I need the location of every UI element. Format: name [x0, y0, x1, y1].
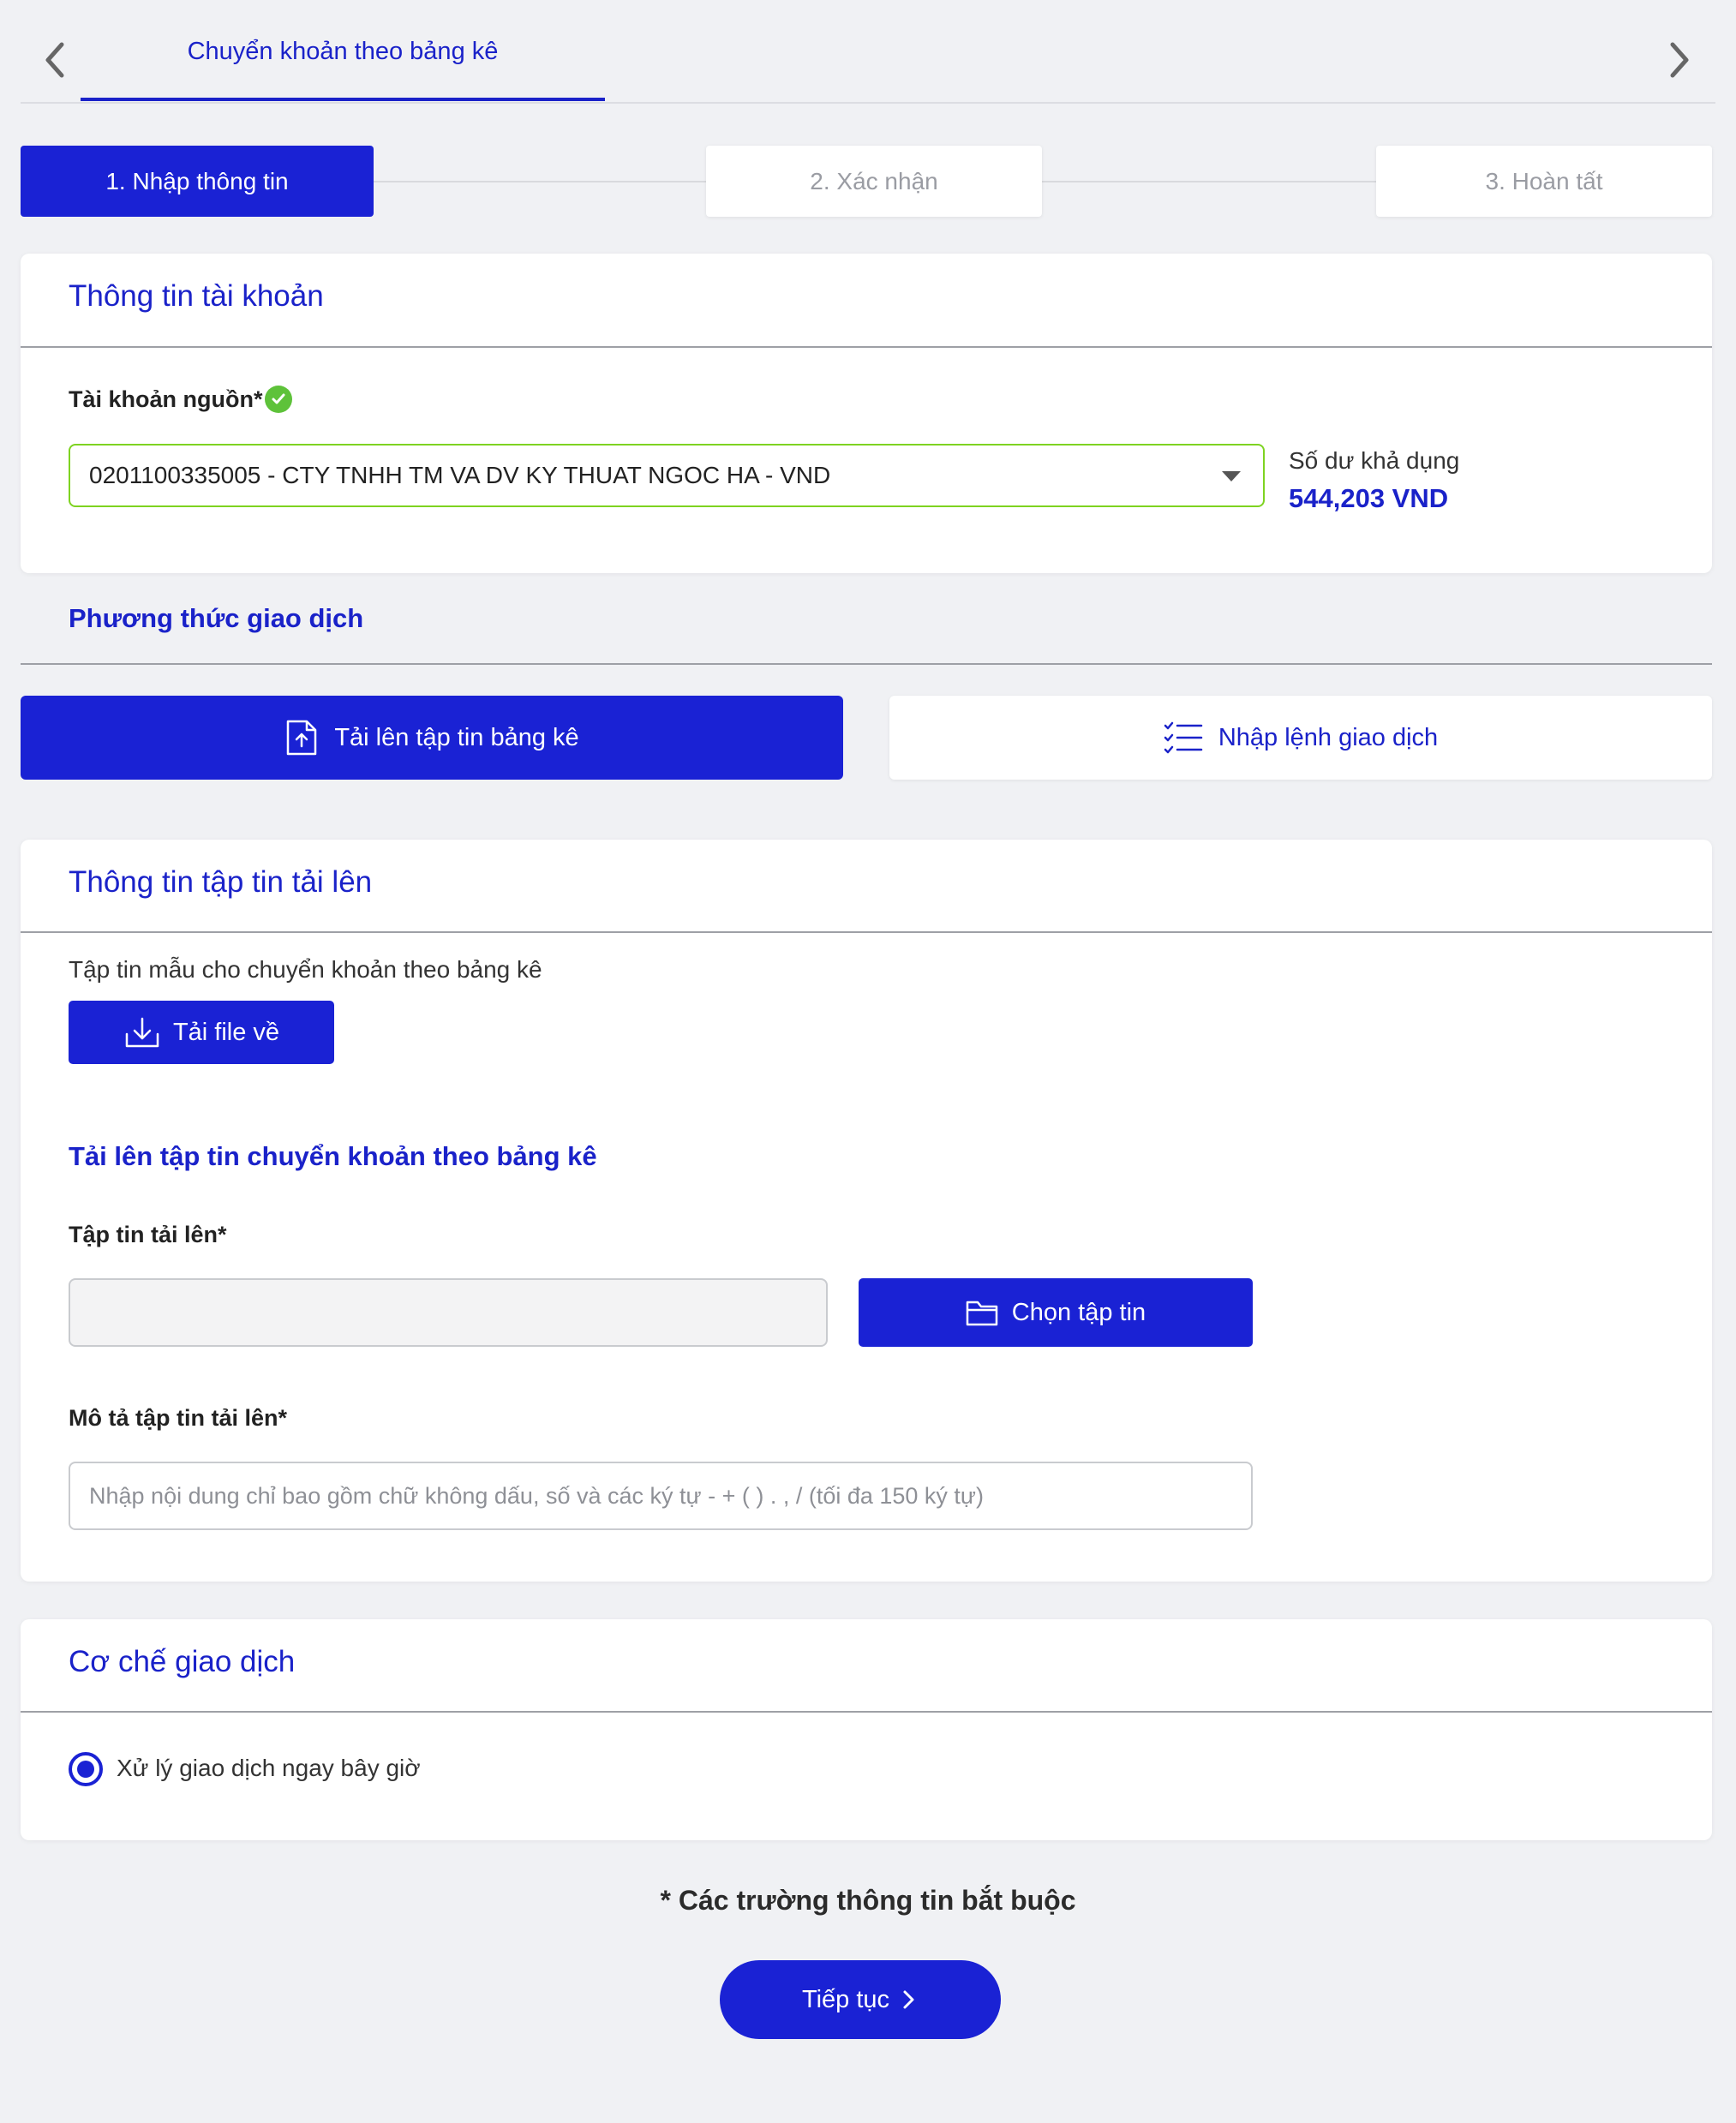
upload-list-button[interactable]: Tải lên tập tin bảng kê	[21, 696, 843, 780]
upload-info-title: Thông tin tập tin tải lên	[69, 865, 373, 899]
choose-file-label: Chọn tập tin	[1011, 1298, 1146, 1326]
card-divider	[21, 1711, 1712, 1713]
process-now-radio[interactable]	[69, 1752, 103, 1786]
source-account-value: 0201100335005 - CTY TNHH TM VA DV KY THU…	[89, 462, 831, 488]
download-icon	[125, 1017, 159, 1048]
balance-label: Số dư khả dụng	[1289, 447, 1460, 474]
file-upload-icon	[287, 720, 317, 756]
folder-icon	[966, 1301, 998, 1326]
download-label: Tải file về	[172, 1018, 280, 1046]
source-account-label: Tài khoản nguồn*	[69, 386, 263, 412]
method-title: Phương thức giao dịch	[69, 603, 364, 633]
continue-label: Tiếp tục	[801, 1985, 890, 2013]
radio-selected-dot	[77, 1761, 94, 1778]
template-text: Tập tin mẫu cho chuyển khoản theo bảng k…	[69, 956, 542, 983]
upload-list-label: Tải lên tập tin bảng kê	[334, 723, 579, 751]
step-input-info: 1. Nhập thông tin	[21, 146, 374, 217]
file-path-field[interactable]	[69, 1278, 828, 1347]
continue-button[interactable]: Tiếp tục	[720, 1960, 1001, 2039]
file-label: Tập tin tải lên*	[69, 1222, 227, 1247]
download-template-button[interactable]: Tải file về	[69, 1001, 334, 1064]
manual-entry-label: Nhập lệnh giao dịch	[1218, 723, 1439, 751]
account-info-title: Thông tin tài khoản	[69, 279, 324, 313]
top-divider	[21, 102, 1715, 104]
manual-entry-button[interactable]: Nhập lệnh giao dịch	[889, 696, 1712, 780]
chevron-right-icon[interactable]	[1662, 39, 1697, 81]
step-confirm: 2. Xác nhận	[706, 146, 1042, 217]
method-divider	[21, 663, 1712, 665]
top-tab-bar: Chuyển khoản theo bảng kê	[0, 0, 1736, 104]
source-account-select[interactable]: 0201100335005 - CTY TNHH TM VA DV KY THU…	[69, 444, 1265, 507]
description-input[interactable]: Nhập nội dung chỉ bao gồm chữ không dấu,…	[69, 1462, 1253, 1530]
choose-file-button[interactable]: Chọn tập tin	[859, 1278, 1253, 1347]
mechanism-title: Cơ chế giao dịch	[69, 1645, 296, 1678]
process-now-label[interactable]: Xử lý giao dịch ngay bây giờ	[117, 1755, 421, 1782]
card-divider	[21, 346, 1712, 348]
step-complete: 3. Hoàn tất	[1376, 146, 1712, 217]
checklist-icon	[1164, 721, 1203, 754]
active-tab-indicator	[81, 98, 605, 101]
chevron-right-icon	[903, 1990, 914, 2009]
balance-value: 544,203 VND	[1289, 483, 1449, 513]
source-account-label-row: Tài khoản nguồn*	[69, 386, 292, 413]
description-label: Mô tả tập tin tải lên*	[69, 1405, 288, 1431]
required-fields-note: * Các trường thông tin bắt buộc	[660, 1885, 1076, 1916]
tab-transfer-by-list[interactable]: Chuyển khoản theo bảng kê	[81, 0, 605, 103]
chevron-left-icon[interactable]	[38, 39, 72, 81]
card-divider	[21, 931, 1712, 933]
caret-down-icon	[1222, 471, 1241, 481]
check-circle-icon	[264, 386, 292, 413]
upload-heading: Tải lên tập tin chuyển khoản theo bảng k…	[69, 1141, 597, 1171]
